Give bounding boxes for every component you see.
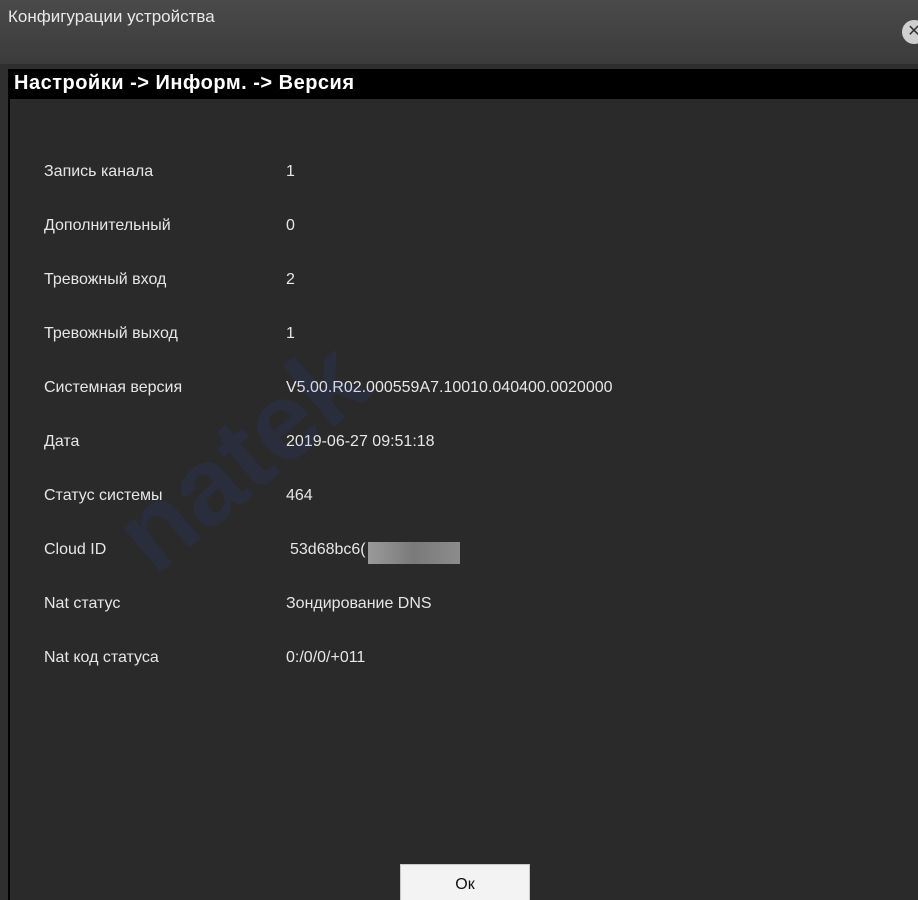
info-label: Cloud ID	[44, 541, 107, 558]
close-icon[interactable]: ✕	[902, 20, 918, 44]
info-row-alarm-out: Тревожный выход 1	[10, 325, 918, 351]
info-value: 0:/0/0/+011	[286, 649, 366, 666]
info-value: 1	[286, 163, 295, 180]
ok-button[interactable]: Ок	[400, 864, 530, 900]
info-value: V5.00.R02.000559A7.10010.040400.0020000	[286, 379, 613, 396]
info-row-nat-code: Nat код статуса 0:/0/0/+011	[10, 649, 918, 675]
info-value: 0	[286, 217, 295, 234]
info-label: Nat код статуса	[44, 649, 159, 666]
info-label: Nat статус	[44, 595, 121, 612]
info-value: 464	[286, 487, 313, 504]
info-label: Дата	[44, 433, 80, 450]
info-row-extra: Дополнительный 0	[10, 217, 918, 243]
info-label: Тревожный вход	[44, 271, 167, 288]
info-value: 1	[286, 325, 295, 342]
info-label: Запись канала	[44, 163, 154, 180]
breadcrumb-bar: Настройки -> Информ. -> Версия	[8, 69, 918, 99]
info-label: Системная версия	[44, 379, 183, 396]
dialog-titlebar[interactable]: Конфигурации устройства ✕	[0, 0, 918, 64]
info-row-cloud-id: Cloud ID 53d68bc6(	[10, 541, 918, 567]
info-label: Дополнительный	[44, 217, 171, 234]
info-row-date: Дата 2019-06-27 09:51:18	[10, 433, 918, 459]
info-value: 2	[286, 271, 295, 288]
info-label: Статус системы	[44, 487, 163, 504]
version-info-panel: Запись канала 1 Дополнительный 0 Тревожн…	[8, 99, 918, 900]
breadcrumb: Настройки -> Информ. -> Версия	[14, 72, 355, 94]
cloud-id-redaction	[368, 542, 460, 564]
info-value: Зондирование DNS	[286, 595, 432, 612]
info-row-alarm-in: Тревожный вход 2	[10, 271, 918, 297]
info-row-nat-status: Nat статус Зондирование DNS	[10, 595, 918, 621]
info-value: 53d68bc6(	[290, 541, 366, 558]
info-value: 2019-06-27 09:51:18	[286, 433, 435, 450]
dialog-title: Конфигурации устройства	[8, 7, 215, 26]
info-row-system-status: Статус системы 464	[10, 487, 918, 513]
info-label: Тревожный выход	[44, 325, 178, 342]
device-config-dialog: Конфигурации устройства ✕ Настройки -> И…	[0, 0, 918, 900]
info-row-record-channel: Запись канала 1	[10, 163, 918, 189]
info-row-system-version: Системная версия V5.00.R02.000559A7.1001…	[10, 379, 918, 405]
